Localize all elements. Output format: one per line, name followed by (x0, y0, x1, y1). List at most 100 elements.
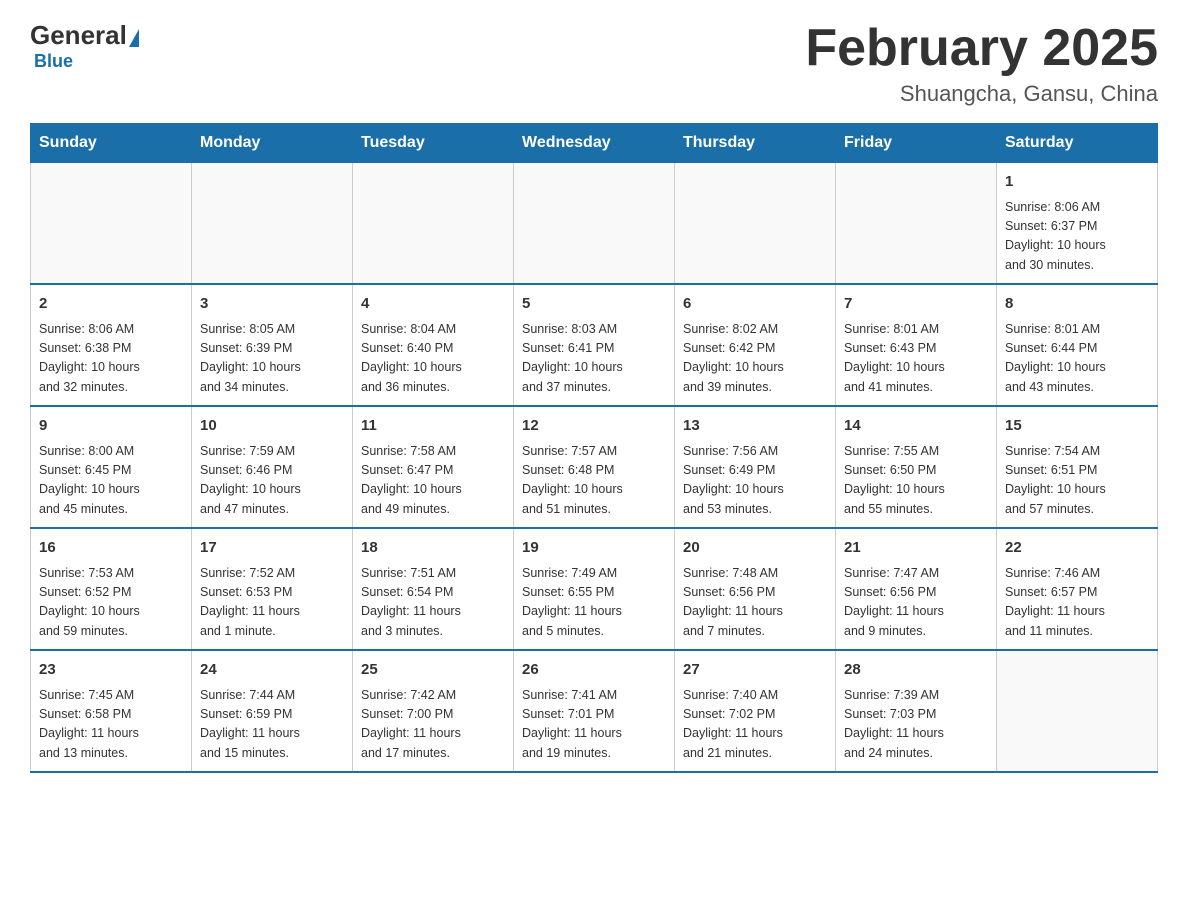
calendar-cell (836, 163, 997, 285)
day-info: Sunrise: 7:41 AM Sunset: 7:01 PM Dayligh… (522, 686, 666, 764)
day-info: Sunrise: 7:42 AM Sunset: 7:00 PM Dayligh… (361, 686, 505, 764)
day-info: Sunrise: 8:06 AM Sunset: 6:38 PM Dayligh… (39, 320, 183, 398)
calendar-cell: 12 Sunrise: 7:57 AM Sunset: 6:48 PM Dayli… (514, 406, 675, 528)
weekday-header-saturday: Saturday (997, 124, 1158, 163)
logo-triangle-icon (129, 29, 139, 47)
weekday-header-row: SundayMondayTuesdayWednesdayThursdayFrid… (31, 124, 1158, 163)
day-info: Sunrise: 7:57 AM Sunset: 6:48 PM Dayligh… (522, 442, 666, 520)
calendar-cell: 11Sunrise: 7:58 AM Sunset: 6:47 PM Dayli… (353, 406, 514, 528)
calendar-week-row: 16 Sunrise: 7:53 AM Sunset: 6:52 PM Dayli… (31, 528, 1158, 650)
day-info: Sunrise: 7:44 AM Sunset: 6:59 PM Dayligh… (200, 686, 344, 764)
day-number: 21 (844, 537, 988, 560)
day-number: 8 (1005, 293, 1149, 316)
calendar-body: 1 Sunrise: 8:06 AM Sunset: 6:37 PM Daylig… (31, 163, 1158, 773)
day-info: Sunrise: 8:06 AM Sunset: 6:37 PM Dayligh… (1005, 198, 1149, 276)
day-number: 14 (844, 415, 988, 438)
calendar-cell: 25 Sunrise: 7:42 AM Sunset: 7:00 PM Dayli… (353, 650, 514, 772)
day-number: 1 (1005, 171, 1149, 194)
day-number: 24 (200, 659, 344, 682)
calendar-header: SundayMondayTuesdayWednesdayThursdayFrid… (31, 124, 1158, 163)
calendar-cell: 28 Sunrise: 7:39 AM Sunset: 7:03 PM Dayli… (836, 650, 997, 772)
calendar-cell: 10 Sunrise: 7:59 AM Sunset: 6:46 PM Dayli… (192, 406, 353, 528)
day-number: 7 (844, 293, 988, 316)
day-info: Sunrise: 8:03 AM Sunset: 6:41 PM Dayligh… (522, 320, 666, 398)
calendar-cell: 15 Sunrise: 7:54 AM Sunset: 6:51 PM Dayli… (997, 406, 1158, 528)
calendar-cell: 3 Sunrise: 8:05 AM Sunset: 6:39 PM Daylig… (192, 284, 353, 406)
day-number: 16 (39, 537, 183, 560)
day-number: 26 (522, 659, 666, 682)
day-number: 13 (683, 415, 827, 438)
calendar-cell: 7 Sunrise: 8:01 AM Sunset: 6:43 PM Daylig… (836, 284, 997, 406)
day-number: 27 (683, 659, 827, 682)
day-info: Sunrise: 7:52 AM Sunset: 6:53 PM Dayligh… (200, 564, 344, 642)
day-info: Sunrise: 7:53 AM Sunset: 6:52 PM Dayligh… (39, 564, 183, 642)
calendar-cell: 4 Sunrise: 8:04 AM Sunset: 6:40 PM Daylig… (353, 284, 514, 406)
day-info: Sunrise: 7:46 AM Sunset: 6:57 PM Dayligh… (1005, 564, 1149, 642)
day-info: Sunrise: 7:45 AM Sunset: 6:58 PM Dayligh… (39, 686, 183, 764)
calendar-cell: 23 Sunrise: 7:45 AM Sunset: 6:58 PM Dayli… (31, 650, 192, 772)
month-title: February 2025 (805, 20, 1158, 77)
day-number: 5 (522, 293, 666, 316)
calendar-cell (353, 163, 514, 285)
calendar-cell: 8 Sunrise: 8:01 AM Sunset: 6:44 PM Daylig… (997, 284, 1158, 406)
day-number: 10 (200, 415, 344, 438)
day-info: Sunrise: 8:02 AM Sunset: 6:42 PM Dayligh… (683, 320, 827, 398)
day-info: Sunrise: 7:51 AM Sunset: 6:54 PM Dayligh… (361, 564, 505, 642)
day-info: Sunrise: 7:48 AM Sunset: 6:56 PM Dayligh… (683, 564, 827, 642)
calendar-cell: 2Sunrise: 8:06 AM Sunset: 6:38 PM Daylig… (31, 284, 192, 406)
calendar-cell (997, 650, 1158, 772)
calendar-cell: 9 Sunrise: 8:00 AM Sunset: 6:45 PM Daylig… (31, 406, 192, 528)
calendar-cell (675, 163, 836, 285)
location-label: Shuangcha, Gansu, China (805, 81, 1158, 107)
calendar-cell (514, 163, 675, 285)
day-number: 22 (1005, 537, 1149, 560)
calendar-cell: 6 Sunrise: 8:02 AM Sunset: 6:42 PM Daylig… (675, 284, 836, 406)
day-info: Sunrise: 7:56 AM Sunset: 6:49 PM Dayligh… (683, 442, 827, 520)
weekday-header-wednesday: Wednesday (514, 124, 675, 163)
day-info: Sunrise: 8:00 AM Sunset: 6:45 PM Dayligh… (39, 442, 183, 520)
calendar-week-row: 2Sunrise: 8:06 AM Sunset: 6:38 PM Daylig… (31, 284, 1158, 406)
day-info: Sunrise: 8:01 AM Sunset: 6:44 PM Dayligh… (1005, 320, 1149, 398)
day-number: 4 (361, 293, 505, 316)
calendar-cell: 16 Sunrise: 7:53 AM Sunset: 6:52 PM Dayli… (31, 528, 192, 650)
day-number: 6 (683, 293, 827, 316)
day-number: 17 (200, 537, 344, 560)
day-number: 19 (522, 537, 666, 560)
day-number: 15 (1005, 415, 1149, 438)
day-number: 28 (844, 659, 988, 682)
calendar-cell: 1 Sunrise: 8:06 AM Sunset: 6:37 PM Daylig… (997, 163, 1158, 285)
day-number: 12 (522, 415, 666, 438)
weekday-header-monday: Monday (192, 124, 353, 163)
day-info: Sunrise: 7:47 AM Sunset: 6:56 PM Dayligh… (844, 564, 988, 642)
day-number: 25 (361, 659, 505, 682)
calendar-cell (31, 163, 192, 285)
calendar-cell: 13 Sunrise: 7:56 AM Sunset: 6:49 PM Dayli… (675, 406, 836, 528)
weekday-header-tuesday: Tuesday (353, 124, 514, 163)
calendar-week-row: 23 Sunrise: 7:45 AM Sunset: 6:58 PM Dayli… (31, 650, 1158, 772)
day-info: Sunrise: 7:39 AM Sunset: 7:03 PM Dayligh… (844, 686, 988, 764)
day-number: 9 (39, 415, 183, 438)
calendar-cell: 18Sunrise: 7:51 AM Sunset: 6:54 PM Dayli… (353, 528, 514, 650)
day-info: Sunrise: 7:40 AM Sunset: 7:02 PM Dayligh… (683, 686, 827, 764)
day-info: Sunrise: 8:05 AM Sunset: 6:39 PM Dayligh… (200, 320, 344, 398)
page-header: General Blue February 2025 Shuangcha, Ga… (30, 20, 1158, 107)
day-info: Sunrise: 8:01 AM Sunset: 6:43 PM Dayligh… (844, 320, 988, 398)
calendar-cell: 24 Sunrise: 7:44 AM Sunset: 6:59 PM Dayli… (192, 650, 353, 772)
day-info: Sunrise: 7:54 AM Sunset: 6:51 PM Dayligh… (1005, 442, 1149, 520)
day-info: Sunrise: 8:04 AM Sunset: 6:40 PM Dayligh… (361, 320, 505, 398)
weekday-header-thursday: Thursday (675, 124, 836, 163)
calendar-table: SundayMondayTuesdayWednesdayThursdayFrid… (30, 123, 1158, 773)
calendar-cell: 22 Sunrise: 7:46 AM Sunset: 6:57 PM Dayli… (997, 528, 1158, 650)
day-number: 23 (39, 659, 183, 682)
logo-blue-text: Blue (34, 51, 73, 72)
day-info: Sunrise: 7:59 AM Sunset: 6:46 PM Dayligh… (200, 442, 344, 520)
calendar-cell (192, 163, 353, 285)
day-number: 3 (200, 293, 344, 316)
weekday-header-friday: Friday (836, 124, 997, 163)
weekday-header-sunday: Sunday (31, 124, 192, 163)
calendar-cell: 27 Sunrise: 7:40 AM Sunset: 7:02 PM Dayli… (675, 650, 836, 772)
day-info: Sunrise: 7:49 AM Sunset: 6:55 PM Dayligh… (522, 564, 666, 642)
calendar-week-row: 9 Sunrise: 8:00 AM Sunset: 6:45 PM Daylig… (31, 406, 1158, 528)
day-number: 20 (683, 537, 827, 560)
day-info: Sunrise: 7:55 AM Sunset: 6:50 PM Dayligh… (844, 442, 988, 520)
